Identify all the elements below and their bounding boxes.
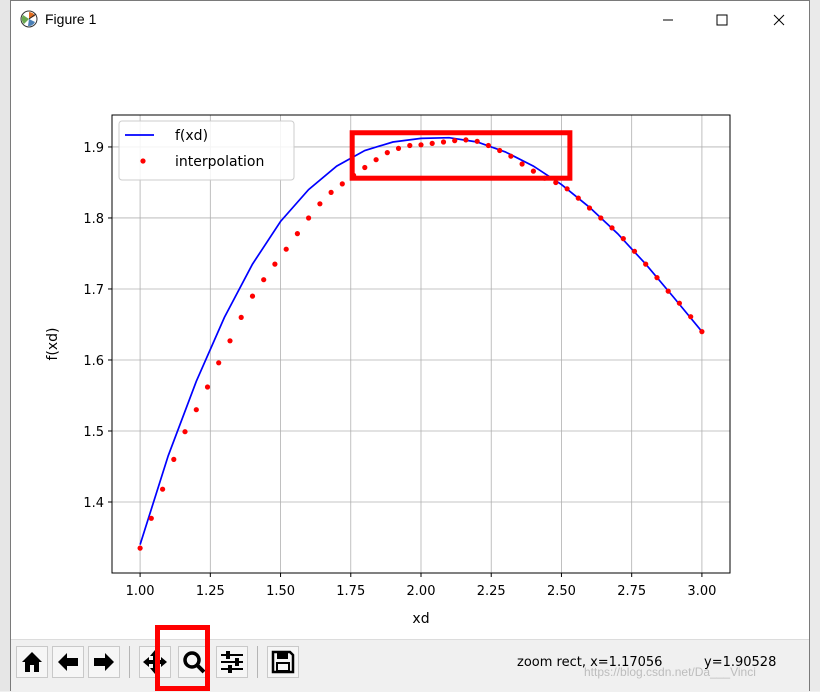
interpolation-point <box>272 261 278 267</box>
watermark-text: https://blog.csdn.net/Da___Vinci <box>584 665 756 679</box>
interpolation-point <box>238 314 244 320</box>
x-tick-label: 3.00 <box>687 584 716 599</box>
interpolation-point <box>384 150 390 156</box>
background-window-edge-right <box>809 0 820 691</box>
interpolation-point <box>283 246 289 252</box>
interpolation-point <box>261 277 267 283</box>
y-tick-label: 1.9 <box>83 141 104 156</box>
close-icon <box>773 14 785 26</box>
title-bar[interactable]: Figure 1 <box>11 1 809 39</box>
interpolation-point <box>294 231 300 237</box>
interpolation-point <box>575 195 581 201</box>
configure-subplots-button[interactable] <box>216 646 248 678</box>
y-tick-label: 1.4 <box>83 496 104 511</box>
interpolation-point <box>654 275 660 281</box>
close-button[interactable] <box>756 1 802 39</box>
interpolation-point <box>148 515 154 521</box>
figure-canvas[interactable]: 1.00 1.25 1.50 1.75 2.00 2.25 2.50 2.75 3.00 1.4 1… <box>11 39 809 639</box>
y-tick-label: 1.5 <box>83 425 104 440</box>
y-tick-label: 1.8 <box>83 212 104 227</box>
interpolation-point <box>676 300 683 306</box>
maximize-icon <box>716 14 728 26</box>
x-tick-label: 2.00 <box>407 584 436 599</box>
interpolation-point <box>564 186 570 192</box>
home-button[interactable] <box>16 646 48 678</box>
interpolation-point <box>474 138 480 144</box>
interpolation-point <box>519 161 525 167</box>
x-tick-label: 2.25 <box>477 584 506 599</box>
legend-label-interpolation: interpolation <box>175 154 264 170</box>
interpolation-point <box>249 293 256 299</box>
interpolation-point <box>193 407 199 413</box>
legend: f(xd) interpolation <box>118 120 295 181</box>
x-tick-label: 1.50 <box>266 584 295 599</box>
interpolation-point <box>508 153 514 159</box>
arrow-left-icon <box>58 653 78 671</box>
x-tick-label: 2.75 <box>617 584 646 599</box>
toolbar-separator <box>257 646 258 678</box>
x-tick-label: 2.50 <box>547 584 576 599</box>
x-axis-label: xd <box>412 611 429 627</box>
interpolation-point <box>373 157 379 163</box>
interpolation-point <box>339 181 345 187</box>
interpolation-point <box>620 236 626 242</box>
interpolation-point <box>328 189 334 195</box>
legend-label-fxd: f(xd) <box>175 128 208 144</box>
interpolation-point <box>171 456 177 462</box>
interpolation-point <box>598 215 604 221</box>
interpolation-point <box>137 545 143 551</box>
interpolation-point <box>497 147 503 154</box>
x-tick-label: 1.00 <box>126 584 155 599</box>
interpolation-point <box>407 142 413 149</box>
interpolation-point <box>643 261 649 267</box>
save-button[interactable] <box>267 646 299 678</box>
arrow-right-icon <box>94 653 114 671</box>
interpolation-point <box>227 338 233 344</box>
interpolation-point <box>631 248 638 254</box>
interpolation-point <box>182 429 188 435</box>
interpolation-point <box>609 225 615 231</box>
legend-dot-swatch <box>140 158 146 164</box>
interpolation-point <box>688 314 694 320</box>
interpolation-point <box>665 288 671 294</box>
y-tick-label: 1.6 <box>83 354 104 369</box>
interpolation-point <box>418 142 424 148</box>
interpolation-point <box>586 205 593 211</box>
red-annotation-box-toolbar <box>155 625 210 691</box>
x-tick-label: 1.25 <box>196 584 225 599</box>
forward-button[interactable] <box>88 646 120 678</box>
maximize-button[interactable] <box>699 1 745 39</box>
sliders-icon <box>221 651 243 673</box>
figure-window: Figure 1 1.00 1.25 1.50 1.75 2.00 2.25 2.50 2.7… <box>10 0 810 692</box>
interpolation-point <box>530 168 537 174</box>
interpolation-point <box>160 486 166 492</box>
interpolation-point <box>452 138 458 144</box>
interpolation-point <box>699 329 705 335</box>
interpolation-point <box>306 215 312 221</box>
interpolation-point <box>395 145 402 151</box>
interpolation-point <box>429 140 435 146</box>
minimize-icon <box>663 19 673 21</box>
minimize-button[interactable] <box>645 1 691 39</box>
interpolation-point <box>485 142 491 149</box>
interpolation-point <box>463 137 469 143</box>
back-button[interactable] <box>52 646 84 678</box>
matplotlib-app-icon <box>20 10 38 28</box>
interpolation-point <box>317 201 323 207</box>
toolbar-separator <box>129 646 130 678</box>
y-tick-label: 1.7 <box>83 283 104 298</box>
y-axis-label: f(xd) <box>45 327 61 360</box>
floppy-icon <box>271 650 295 674</box>
interpolation-point <box>216 360 222 366</box>
window-title: Figure 1 <box>45 11 97 27</box>
interpolation-point <box>362 164 368 171</box>
interpolation-point <box>440 139 447 145</box>
home-icon <box>22 652 42 672</box>
x-tick-label: 1.75 <box>336 584 365 599</box>
ticks-layer: 1.00 1.25 1.50 1.75 2.00 2.25 2.50 2.75 3.00 1.4 1… <box>83 141 716 599</box>
grid-layer <box>112 115 730 573</box>
interpolation-point <box>204 384 211 390</box>
